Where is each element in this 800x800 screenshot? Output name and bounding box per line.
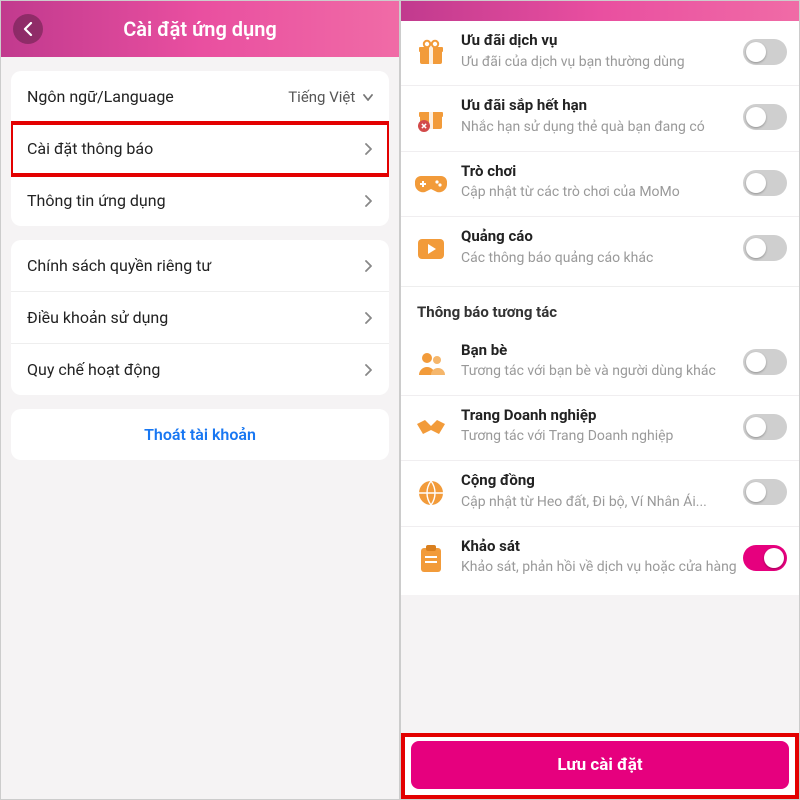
toggle[interactable]	[743, 545, 787, 571]
chevron-right-icon	[365, 260, 373, 272]
save-bar: Lưu cài đặt	[401, 733, 799, 799]
row-notification-settings[interactable]: Cài đặt thông báo	[11, 123, 389, 175]
header	[401, 1, 799, 21]
notif-row-survey[interactable]: Khảo sát Khảo sát, phản hồi về dịch vụ h…	[401, 527, 799, 591]
title: Trò chơi	[461, 162, 737, 182]
title: Ưu đãi dịch vụ	[461, 31, 737, 51]
label: Cài đặt thông báo	[27, 139, 153, 158]
video-ad-icon	[413, 231, 449, 267]
subtitle: Khảo sát, phản hồi về dịch vụ hoặc cửa h…	[461, 558, 737, 577]
header: Cài đặt ứng dụng	[1, 1, 399, 57]
title: Bạn bè	[461, 341, 737, 361]
chevron-down-icon	[363, 94, 373, 102]
label: Quy chế hoạt động	[27, 360, 160, 379]
toggle[interactable]	[743, 479, 787, 505]
subtitle: Cập nhật từ Heo đất, Đi bộ, Ví Nhân Ái..…	[461, 493, 737, 512]
label: Thông tin ứng dụng	[27, 191, 166, 210]
notif-row-ads[interactable]: Quảng cáo Các thông báo quảng cáo khác	[401, 217, 799, 281]
title: Khảo sát	[461, 537, 737, 557]
chevron-right-icon	[365, 312, 373, 324]
gift-expiring-icon	[413, 100, 449, 136]
page-title: Cài đặt ứng dụng	[1, 17, 399, 41]
notif-row-business-page[interactable]: Trang Doanh nghiệp Tương tác với Trang D…	[401, 396, 799, 461]
back-button[interactable]	[13, 14, 43, 44]
title: Cộng đồng	[461, 471, 737, 491]
row-privacy[interactable]: Chính sách quyền riêng tư	[11, 240, 389, 292]
save-button[interactable]: Lưu cài đặt	[411, 741, 789, 789]
handshake-icon	[413, 410, 449, 446]
group-title-interaction: Thông báo tương tác	[401, 286, 799, 331]
title: Quảng cáo	[461, 227, 737, 247]
friends-icon	[413, 345, 449, 381]
toggle[interactable]	[743, 39, 787, 65]
chevron-right-icon	[365, 143, 373, 155]
row-language[interactable]: Ngôn ngữ/Language Tiếng Việt	[11, 71, 389, 123]
toggle[interactable]	[743, 170, 787, 196]
subtitle: Ưu đãi của dịch vụ bạn thường dùng	[461, 53, 737, 72]
subtitle: Tương tác với bạn bè và người dùng khác	[461, 362, 737, 381]
row-terms[interactable]: Điều khoản sử dụng	[11, 292, 389, 344]
subtitle: Tương tác với Trang Doanh nghiệp	[461, 427, 737, 446]
title: Trang Doanh nghiệp	[461, 406, 737, 426]
toggle[interactable]	[743, 235, 787, 261]
notification-group-2: Bạn bè Tương tác với bạn bè và người dùn…	[401, 331, 799, 596]
value: Tiếng Việt	[288, 88, 373, 106]
globe-icon	[413, 475, 449, 511]
notif-row-friends[interactable]: Bạn bè Tương tác với bạn bè và người dùn…	[401, 331, 799, 396]
notification-group-1: Ưu đãi dịch vụ Ưu đãi của dịch vụ bạn th…	[401, 21, 799, 286]
subtitle: Các thông báo quảng cáo khác	[461, 249, 737, 268]
notif-row-offers-expiring[interactable]: Ưu đãi sắp hết hạn Nhắc hạn sử dụng thẻ …	[401, 86, 799, 151]
chevron-right-icon	[365, 195, 373, 207]
game-controller-icon	[413, 166, 449, 202]
gift-icon	[413, 35, 449, 71]
clipboard-icon	[413, 541, 449, 577]
right-phone: Ưu đãi dịch vụ Ưu đãi của dịch vụ bạn th…	[400, 0, 800, 800]
toggle[interactable]	[743, 349, 787, 375]
notif-row-community[interactable]: Cộng đồng Cập nhật từ Heo đất, Đi bộ, Ví…	[401, 461, 799, 526]
row-app-info[interactable]: Thông tin ứng dụng	[11, 175, 389, 226]
label: Ngôn ngữ/Language	[27, 87, 174, 106]
notif-row-service-offers[interactable]: Ưu đãi dịch vụ Ưu đãi của dịch vụ bạn th…	[401, 21, 799, 86]
row-operating-rules[interactable]: Quy chế hoạt động	[11, 344, 389, 395]
left-phone: Cài đặt ứng dụng Ngôn ngữ/Language Tiếng…	[0, 0, 400, 800]
settings-group-2: Chính sách quyền riêng tư Điều khoản sử …	[11, 240, 389, 395]
subtitle: Nhắc hạn sử dụng thẻ quà bạn đang có	[461, 118, 737, 137]
label: Điều khoản sử dụng	[27, 308, 168, 327]
title: Ưu đãi sắp hết hạn	[461, 96, 737, 116]
settings-group-1: Ngôn ngữ/Language Tiếng Việt Cài đặt thô…	[11, 71, 389, 226]
subtitle: Cập nhật từ các trò chơi của MoMo	[461, 183, 737, 202]
logout-button[interactable]: Thoát tài khoản	[11, 409, 389, 460]
label: Chính sách quyền riêng tư	[27, 256, 211, 275]
toggle[interactable]	[743, 104, 787, 130]
notif-row-games[interactable]: Trò chơi Cập nhật từ các trò chơi của Mo…	[401, 152, 799, 217]
chevron-left-icon	[23, 22, 33, 36]
chevron-right-icon	[365, 364, 373, 376]
toggle[interactable]	[743, 414, 787, 440]
